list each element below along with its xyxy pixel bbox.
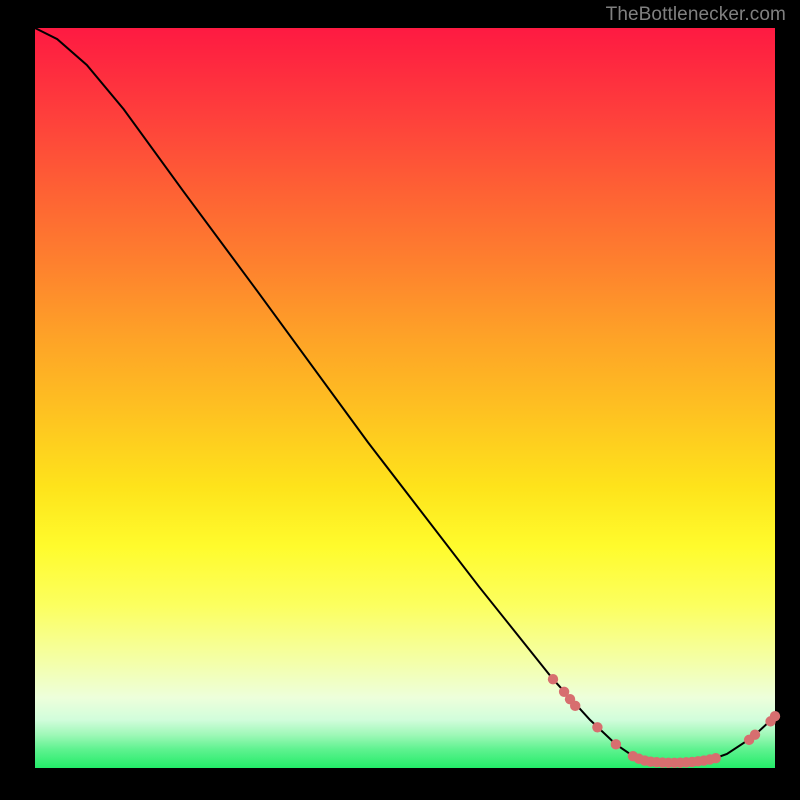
data-marker xyxy=(570,701,580,711)
data-marker xyxy=(711,753,721,763)
chart-container: { "attribution": "TheBottlenecker.com", … xyxy=(0,0,800,800)
data-marker xyxy=(548,674,558,684)
data-marker xyxy=(750,730,760,740)
data-marker xyxy=(770,711,780,721)
data-marker xyxy=(611,739,621,749)
bottleneck-chart xyxy=(0,0,800,800)
data-marker xyxy=(592,722,602,732)
